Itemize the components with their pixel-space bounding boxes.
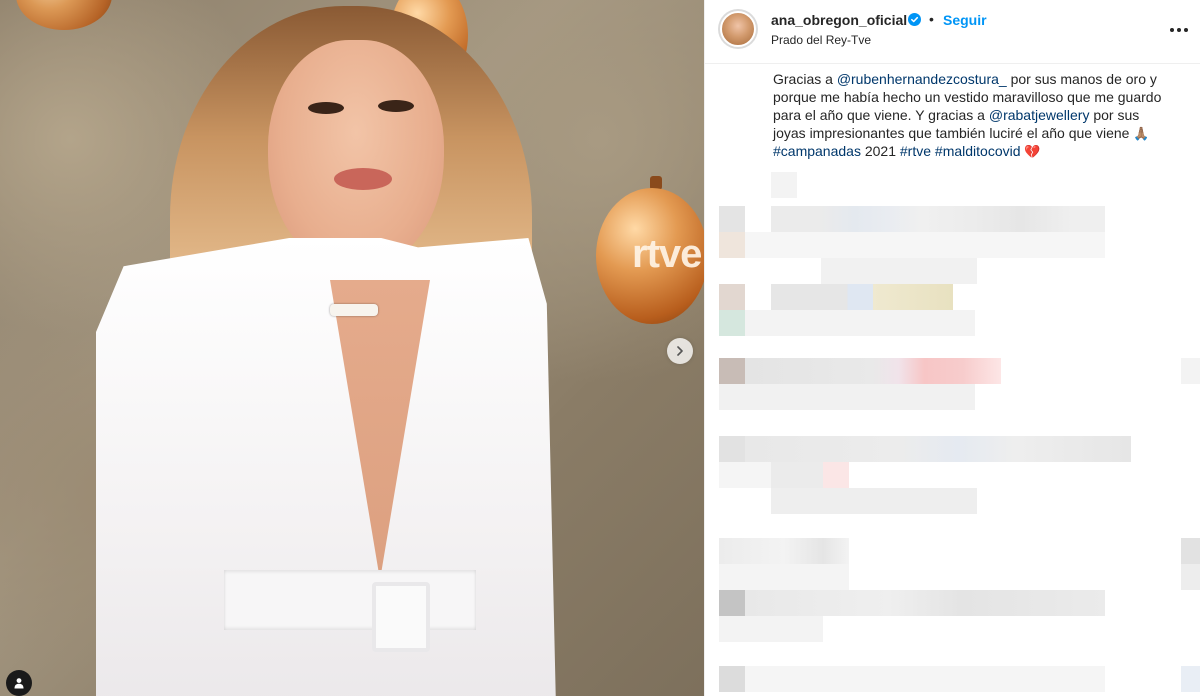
pray-emoji: 🙏🏽 (1133, 126, 1150, 141)
hashtag-link[interactable]: #campanadas (773, 143, 861, 159)
blurred-comment-block (771, 206, 1105, 232)
broken-heart-emoji: 💔 (1024, 144, 1041, 159)
caption-text: Gracias a (773, 71, 837, 87)
rtve-logo-text: rtve (632, 232, 702, 276)
post-header: ana_obregon_oficial • Seguir Prado del R… (705, 0, 1200, 64)
ornament-decoration (16, 0, 112, 30)
eye (378, 100, 414, 112)
blurred-comment-block (745, 666, 1105, 692)
blurred-comment-block (719, 232, 745, 258)
post-sidebar: ana_obregon_oficial • Seguir Prado del R… (704, 0, 1200, 696)
avatar-ring[interactable] (718, 9, 758, 49)
necklace (330, 304, 378, 316)
blurred-comment-block (719, 358, 745, 384)
mention-link[interactable]: @rabatjewellery (989, 107, 1090, 123)
blurred-comment-block (719, 436, 745, 462)
belt-buckle (372, 582, 430, 652)
blurred-comment-block (771, 284, 953, 310)
blurred-comment-block (771, 172, 797, 198)
hashtag-link[interactable]: #rtve (900, 143, 931, 159)
blurred-comment-block (719, 590, 745, 616)
next-photo-button[interactable] (667, 338, 693, 364)
location-link[interactable]: Prado del Rey-Tve (771, 33, 871, 47)
lips (334, 168, 392, 190)
blurred-comments (705, 172, 1200, 696)
blurred-comment-block (771, 488, 977, 514)
blurred-comment-block (1181, 564, 1200, 590)
blurred-comment-block (745, 232, 1105, 258)
blurred-comment-block (719, 310, 745, 336)
face (268, 40, 444, 272)
post-caption: Gracias a @rubenhernandezcostura_ por su… (773, 70, 1173, 160)
more-options-button[interactable] (1167, 18, 1191, 42)
dress-belt (224, 570, 476, 630)
blurred-comment-block (719, 564, 849, 590)
blurred-comment-block (719, 666, 745, 692)
blurred-comment-block (745, 436, 1131, 462)
blurred-comment-block (719, 284, 745, 310)
separator-dot: • (929, 11, 934, 27)
verified-badge-icon (908, 13, 921, 26)
blurred-comment-block (821, 258, 977, 284)
chevron-right-icon (677, 346, 683, 356)
blurred-comment-block (745, 358, 1001, 384)
more-options-icon (1170, 28, 1174, 32)
username-link[interactable]: ana_obregon_oficial (771, 12, 907, 28)
mention-link[interactable]: @rubenhernandezcostura_ (837, 71, 1007, 87)
user-tags-button[interactable] (6, 670, 32, 696)
blurred-comment-block (719, 616, 823, 642)
blurred-comment-block (745, 310, 975, 336)
avatar[interactable] (720, 11, 756, 47)
eye (308, 102, 344, 114)
blurred-comment-block (823, 462, 849, 488)
follow-button[interactable]: Seguir (943, 12, 987, 28)
caption-text: 2021 (860, 143, 900, 159)
user-tag-icon (14, 678, 24, 689)
blurred-comment-block (719, 384, 975, 410)
blurred-comment-block (719, 538, 849, 564)
hashtag-link[interactable]: #malditocovid (935, 143, 1021, 159)
blurred-comment-block (1181, 538, 1200, 564)
blurred-comment-block (719, 462, 771, 488)
blurred-comment-block (1181, 666, 1200, 692)
blurred-comment-block (745, 590, 1105, 616)
post-photo[interactable]: rtve (0, 0, 704, 696)
blurred-comment-block (1181, 358, 1200, 384)
blurred-comment-block (719, 206, 745, 232)
blurred-comment-block (771, 462, 823, 488)
